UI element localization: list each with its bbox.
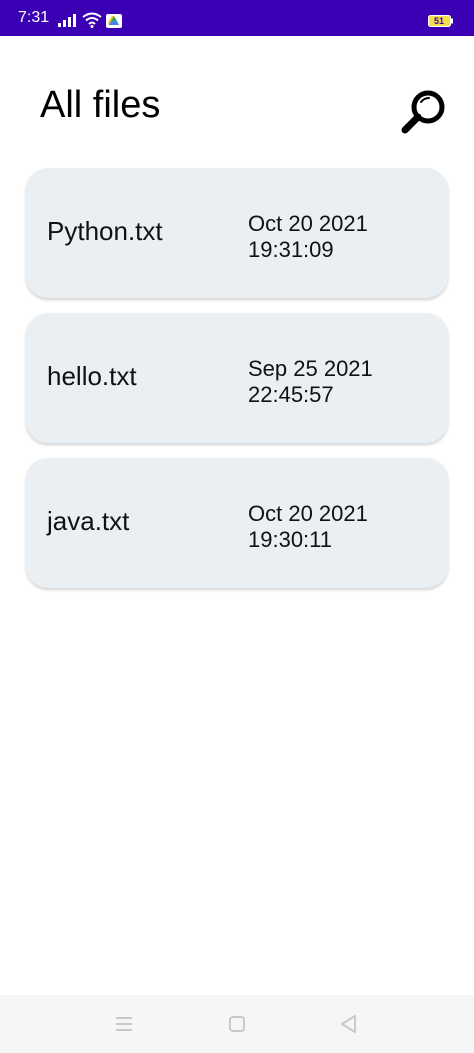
file-date: Oct 20 2021 xyxy=(248,211,368,236)
file-card-java[interactable]: java.txt Oct 20 2021 19:30:11 xyxy=(26,458,448,588)
battery-level: 51 xyxy=(433,16,444,26)
file-list: Python.txt Oct 20 2021 19:31:09 hello.tx… xyxy=(26,168,448,603)
menu-button[interactable] xyxy=(112,1012,136,1036)
file-time: 22:45:57 xyxy=(248,382,334,407)
page-title: All files xyxy=(40,84,161,126)
back-icon xyxy=(341,1015,356,1033)
drive-icon xyxy=(106,14,122,28)
signal-icon xyxy=(58,14,76,27)
back-button[interactable] xyxy=(337,1012,361,1036)
search-button[interactable] xyxy=(398,86,450,138)
file-time: 19:31:09 xyxy=(248,237,334,262)
home-icon xyxy=(229,1016,245,1032)
file-date: Oct 20 2021 xyxy=(248,501,368,526)
file-card-hello[interactable]: hello.txt Sep 25 2021 22:45:57 xyxy=(26,313,448,443)
wifi-icon xyxy=(82,12,102,28)
file-time: 19:30:11 xyxy=(248,527,333,552)
file-card-python[interactable]: Python.txt Oct 20 2021 19:31:09 xyxy=(26,168,448,298)
file-name: java.txt xyxy=(47,506,130,536)
search-icon xyxy=(401,90,445,134)
battery-icon: 51 xyxy=(428,15,454,27)
status-time: 7:31 xyxy=(18,9,50,26)
file-name: hello.txt xyxy=(47,361,137,391)
home-button[interactable] xyxy=(225,1012,249,1036)
file-date: Sep 25 2021 xyxy=(248,356,373,381)
status-bar: 7:31 51 xyxy=(0,0,474,36)
file-name: Python.txt xyxy=(47,216,163,246)
nav-bar xyxy=(0,995,474,1053)
menu-icon xyxy=(116,1017,132,1031)
screen: 7:31 51 All files Python.txt Oct 20 2021… xyxy=(0,0,474,1053)
